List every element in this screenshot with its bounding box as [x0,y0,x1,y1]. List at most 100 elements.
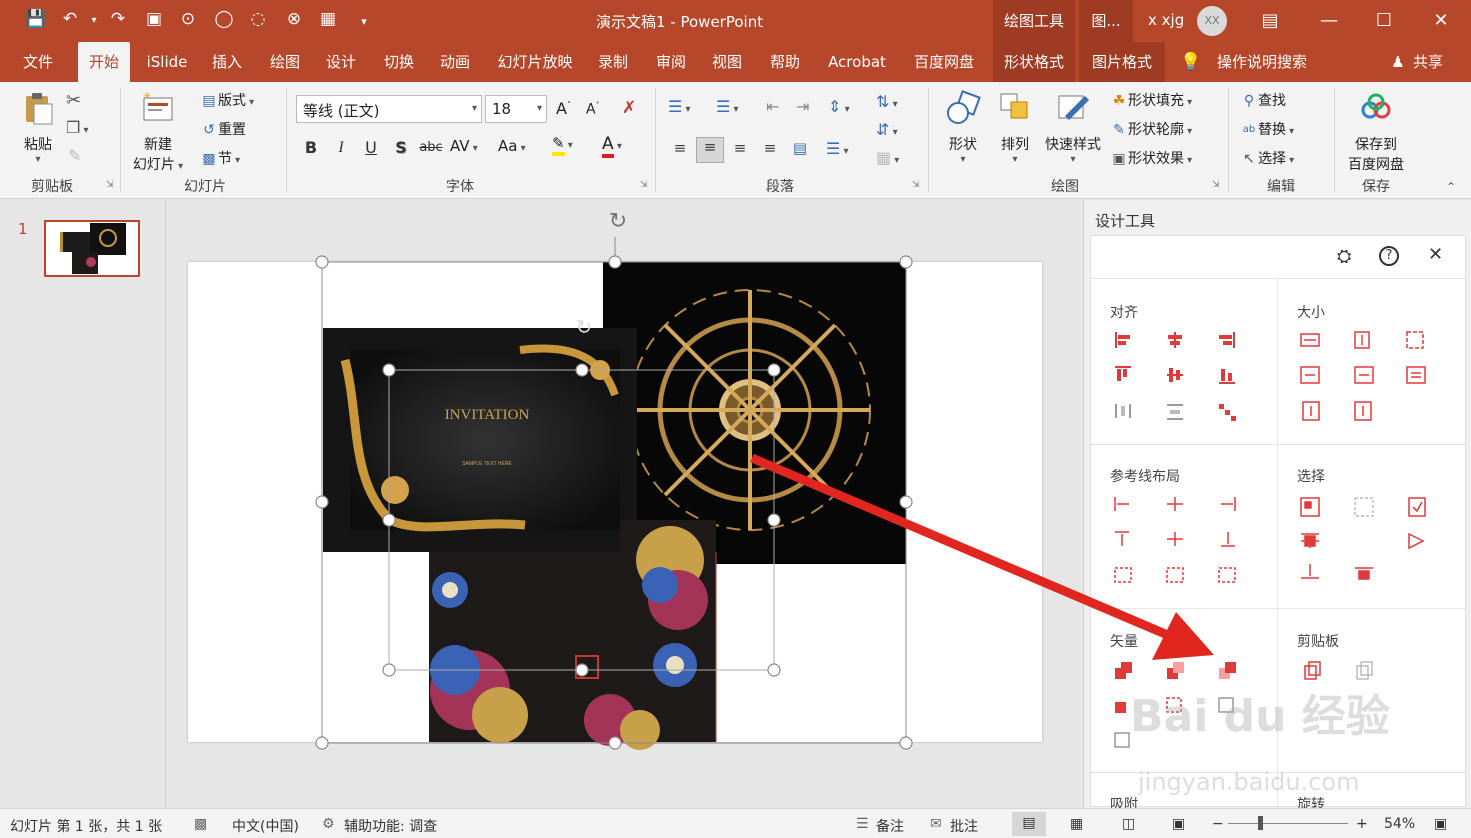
tab-transitions[interactable]: 切换 [376,42,422,82]
align-right-tool-icon[interactable] [1219,332,1235,348]
select-check-icon[interactable] [1408,497,1426,517]
shadow-button[interactable]: S [388,136,414,160]
undo-dropdown-icon[interactable]: ▾ [82,15,106,26]
stretch-right-icon[interactable] [1354,366,1374,384]
shape-effects-button[interactable]: ▣ 形状效果 ▾ [1110,148,1192,168]
guide-left-icon[interactable] [1114,497,1129,511]
select-button[interactable]: ↖ 选择 ▾ [1240,148,1294,168]
notes-button[interactable]: 备注 [876,816,904,836]
change-case-button[interactable]: Aa ▾ [498,137,526,155]
tab-review[interactable]: 审阅 [648,42,694,82]
new-slide-button[interactable]: ✳ 新建 幻灯片 ▾ [128,90,188,174]
tab-design[interactable]: 设计 [318,42,364,82]
align-top-tool-icon[interactable] [1115,366,1131,381]
stretch-top-icon[interactable] [1302,401,1320,421]
drawing-launcher-icon[interactable]: ⇲ [1212,180,1220,190]
normal-view-icon[interactable]: ▤ [1012,812,1046,836]
zoom-slider-thumb[interactable] [1258,816,1263,830]
tab-file[interactable]: 文件 [14,42,62,82]
strikethrough-button[interactable]: abc [416,136,446,160]
slideshow-view-icon[interactable]: ▣ [1172,816,1185,832]
copy-icon[interactable]: ❐ ▾ [66,118,89,137]
scatter-tool-icon[interactable] [1219,404,1236,421]
guide-center-h-icon[interactable] [1167,497,1183,511]
undo-icon[interactable]: ↶ [58,9,82,29]
replace-button[interactable]: ab 替换 ▾ [1240,119,1294,139]
same-width-icon[interactable] [1300,333,1320,347]
arrange-button[interactable]: 排列 ▾ [992,90,1038,165]
spellcheck-icon[interactable]: ▩ [194,816,207,832]
guide-full-icon[interactable] [1218,567,1236,583]
zoom-level[interactable]: 54% [1384,816,1415,832]
guide-vspan-icon[interactable] [1166,567,1184,583]
save-to-netdisk-button[interactable]: 保存到 百度网盘 [1342,90,1410,174]
shape-intersect-icon[interactable]: ⊗ [282,9,306,29]
new-slide-dropdown-icon[interactable]: ▾ [175,161,183,172]
reading-view-icon[interactable]: ◫ [1122,816,1135,832]
tab-shape-format[interactable]: 形状格式 [993,42,1075,82]
text-direction-icon[interactable]: ⇅ ▾ [876,92,898,111]
zoom-in-icon[interactable]: + [1356,816,1368,832]
guide-center-v-icon[interactable] [1167,532,1183,546]
paste-tool-icon[interactable] [1356,661,1373,680]
slide-sorter-icon[interactable]: ▦ [1070,816,1083,832]
font-name-select[interactable]: 等线 (正文) ▾ [296,95,482,123]
find-button[interactable]: ⚲ 查找 [1240,90,1286,110]
guide-hspan-icon[interactable] [1114,567,1132,583]
font-launcher-icon[interactable]: ⇲ [640,180,648,190]
tab-help[interactable]: 帮助 [762,42,808,82]
language-indicator[interactable]: 中文(中国) [232,816,299,836]
stretch-bottom-icon[interactable] [1354,401,1372,421]
shape-union-icon[interactable]: ⊙ [176,9,200,29]
select-cursor-icon[interactable] [1408,532,1425,550]
customize-qat-icon[interactable]: ▾ [352,15,376,28]
tell-me-search[interactable]: 操作说明搜索 [1212,42,1312,82]
char-spacing-button[interactable]: AV ▾ [450,137,478,155]
swap-size-icon[interactable] [1406,366,1426,384]
numbering-icon[interactable]: ☰ ▾ [716,97,739,116]
tab-acrobat[interactable]: Acrobat [822,42,892,82]
highlight-button[interactable]: ✎ ▾ [552,134,573,156]
shape-fragment-icon[interactable]: ◌ [246,9,270,29]
paste-dropdown-icon[interactable]: ▾ [18,154,58,165]
tab-baidu-netdisk[interactable]: 百度网盘 [906,42,982,82]
shrink-font-button[interactable]: A˅ [586,101,600,118]
line-spacing-icon[interactable]: ⇕ ▾ [828,97,850,116]
grow-font-button[interactable]: A˄ [556,99,571,118]
shape-combine-icon[interactable]: ◯ [212,9,236,29]
avatar[interactable]: XX [1197,6,1227,36]
tab-home[interactable]: 开始 [78,42,130,84]
tab-islide[interactable]: iSlide [140,42,194,82]
shape-outline-button[interactable]: ✎ 形状轮廓 ▾ [1110,119,1192,139]
same-height-icon[interactable] [1354,331,1370,349]
vector-intersect-icon[interactable] [1219,662,1236,679]
tab-record[interactable]: 录制 [590,42,636,82]
align-middle-tool-icon[interactable] [1167,368,1183,382]
select-same-type-icon[interactable] [1300,497,1320,517]
align-text-icon[interactable]: ⇵ ▾ [876,120,898,139]
increase-indent-icon[interactable]: ⇥ [796,97,809,116]
vector-union-icon[interactable] [1115,662,1132,679]
align-right-icon[interactable]: ≡ [728,139,752,161]
decrease-indent-icon[interactable]: ⇤ [766,97,779,116]
select-inverse-icon[interactable] [1355,567,1373,580]
user-name[interactable]: x xjg [1148,11,1184,29]
vector-subtract-icon[interactable] [1115,702,1126,713]
redo-icon[interactable]: ↷ [106,9,130,29]
same-size-icon[interactable] [1406,331,1424,349]
justify-icon[interactable]: ≡ [758,139,782,161]
vector-combine-icon[interactable] [1167,662,1184,679]
select-bottom-icon[interactable] [1301,564,1319,579]
cut-icon[interactable]: ✂ [66,90,81,111]
paragraph-launcher-icon[interactable]: ⇲ [912,180,920,190]
reset-button[interactable]: ↺ 重置 [200,119,246,139]
vector-text-icon[interactable] [1114,732,1130,748]
clipboard-launcher-icon[interactable]: ⇲ [106,180,114,190]
section-button[interactable]: ▩ 节 ▾ [200,148,240,168]
shape-fill-button[interactable]: ☘ 形状填充 ▾ [1110,90,1192,110]
zoom-out-icon[interactable]: − [1212,816,1224,832]
slide-count[interactable]: 幻灯片 第 1 张，共 1 张 [10,816,162,836]
paste-button[interactable]: 粘贴 ▾ [18,90,58,165]
layout-button[interactable]: ▤ 版式 ▾ [200,90,254,110]
picture-icon[interactable]: ▦ [316,9,340,29]
